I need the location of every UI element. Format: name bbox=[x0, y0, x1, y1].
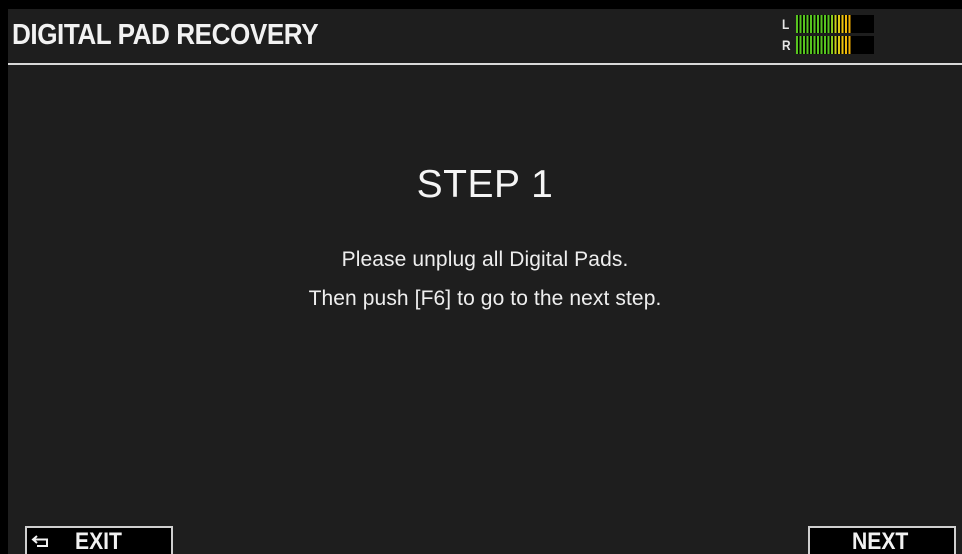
return-arrow-icon bbox=[31, 535, 48, 547]
instruction-line-1: Please unplug all Digital Pads. bbox=[341, 248, 629, 271]
recovery-screen: DIGITAL PAD RECOVERY L R STEP 1 Please u… bbox=[8, 9, 962, 554]
exit-button-label: EXIT bbox=[75, 528, 122, 554]
level-meter: L R bbox=[782, 13, 876, 57]
exit-button[interactable]: EXIT bbox=[25, 526, 173, 554]
level-meter-right-label: R bbox=[782, 37, 791, 53]
step-heading: STEP 1 bbox=[416, 163, 554, 206]
level-meter-left-label: L bbox=[782, 16, 790, 32]
next-button-label: NEXT bbox=[852, 528, 909, 554]
header-bar: DIGITAL PAD RECOVERY L R bbox=[8, 9, 962, 65]
level-meter-left-bar bbox=[796, 15, 874, 33]
level-meter-left: L bbox=[782, 15, 876, 34]
page-title: DIGITAL PAD RECOVERY bbox=[12, 19, 319, 51]
instruction-line-2: Then push [F6] to go to the next step. bbox=[308, 287, 662, 310]
next-button[interactable]: NEXT bbox=[808, 526, 956, 554]
level-meter-right-bar bbox=[796, 36, 874, 54]
main-content: STEP 1 Please unplug all Digital Pads. T… bbox=[8, 65, 962, 495]
level-meter-right: R bbox=[782, 36, 876, 55]
